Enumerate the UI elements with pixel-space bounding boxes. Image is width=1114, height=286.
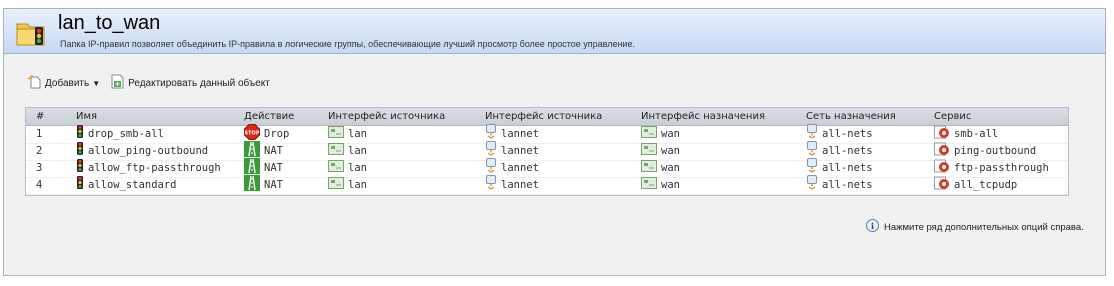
interface-icon (641, 159, 661, 178)
destination-interface-text: wan (661, 128, 680, 140)
page-header: lan_to_wan Папка IP-правил позволяет объ… (4, 9, 1105, 54)
row-number: 4 (36, 179, 43, 191)
destination-interface-text: wan (661, 145, 680, 157)
interface-icon (641, 142, 661, 161)
column-header-action[interactable]: Действие (244, 108, 294, 125)
destination-interface-text: wan (661, 179, 680, 191)
source-network[interactable]: lannet (485, 175, 539, 196)
column-header-source-network[interactable]: Интерфейс источника (485, 108, 602, 125)
destination-network-text: all-nets (822, 179, 873, 191)
rule-action-text: NAT (264, 145, 283, 157)
column-header-service[interactable]: Сервис (934, 108, 971, 125)
folder-traffic-light-icon (16, 17, 50, 47)
source-interface[interactable]: lan (328, 142, 367, 161)
rule-name-text: allow_standard (88, 179, 177, 191)
column-header-source-interface[interactable]: Интерфейс источника (328, 108, 445, 125)
rule-name-text: drop_smb-all (88, 128, 164, 140)
rule-name-text: allow_ftp-passthrough (88, 162, 221, 174)
rule-action-text: Drop (264, 128, 290, 140)
table-header: # Имя Действие Интерфейс источника Интер… (26, 108, 1068, 126)
row-number: 2 (36, 145, 43, 157)
destination-interface[interactable]: wan (641, 159, 680, 178)
service-text: smb-all (954, 128, 999, 140)
destination-interface[interactable]: wan (641, 125, 680, 144)
main-panel: lan_to_wan Папка IP-правил позволяет объ… (3, 8, 1106, 276)
destination-network-text: all-nets (822, 128, 873, 140)
column-header-number[interactable]: # (36, 108, 44, 125)
destination-network-text: all-nets (822, 145, 873, 157)
rule-action-text: NAT (264, 162, 283, 174)
interface-icon (328, 176, 348, 195)
rule-action-text: NAT (264, 179, 283, 191)
svg-text:i: i (871, 221, 874, 231)
rule-name[interactable]: allow_standard (76, 176, 177, 195)
interface-icon (641, 125, 661, 144)
table-row[interactable]: 2 allow_ping-outbound NAT lan lannet wan (26, 140, 1068, 161)
column-header-destination-interface[interactable]: Интерфейс назначения (641, 108, 765, 125)
info-icon: i (866, 219, 884, 235)
edit-object-button[interactable]: Редактировать данный объект (110, 74, 270, 92)
row-number: 1 (36, 128, 43, 140)
add-icon (28, 74, 45, 92)
nat-road-icon (244, 174, 264, 197)
service-text: all_tcpudp (954, 179, 1018, 191)
add-button[interactable]: Добавить ▼ (28, 74, 101, 92)
toolbar: Добавить ▼ Редактировать данный объект (28, 74, 280, 92)
destination-interface[interactable]: wan (641, 142, 680, 161)
destination-interface-text: wan (661, 162, 680, 174)
source-interface[interactable]: lan (328, 176, 367, 195)
svg-text:STOP: STOP (245, 130, 260, 136)
table-row[interactable]: 3 allow_ftp-passthrough NAT lan lannet w… (26, 157, 1068, 178)
column-header-destination-network[interactable]: Сеть назначения (806, 108, 896, 125)
rules-table: # Имя Действие Интерфейс источника Интер… (25, 107, 1069, 196)
page-title: lan_to_wan (58, 12, 161, 34)
page-description: Папка IP-правил позволяет объединить IP-… (60, 39, 635, 49)
network-icon (485, 175, 501, 196)
table-row[interactable]: 1 drop_smb-all STOP Drop lan lannet wan (26, 123, 1068, 144)
source-network-text: lannet (501, 179, 539, 191)
source-interface[interactable]: lan (328, 159, 367, 178)
traffic-light-icon (76, 176, 88, 195)
destination-interface[interactable]: wan (641, 176, 680, 195)
interface-icon (328, 159, 348, 178)
source-interface-text: lan (348, 162, 367, 174)
service-text: ping-outbound (954, 145, 1037, 157)
service[interactable]: all_tcpudp (934, 175, 1018, 196)
help-hint: i Нажмите ряд дополнительных опций справ… (866, 219, 1084, 235)
edit-object-label: Редактировать данный объект (128, 77, 270, 89)
source-network-text: lannet (501, 128, 539, 140)
source-network-text: lannet (501, 145, 539, 157)
source-network-text: lannet (501, 162, 539, 174)
add-button-label: Добавить (45, 77, 90, 89)
rule-name[interactable]: drop_smb-all (76, 125, 164, 143)
service-text: ftp-passthrough (954, 162, 1049, 174)
source-interface[interactable]: lan (328, 125, 367, 144)
help-hint-text: Нажмите ряд дополнительных опций справа. (884, 221, 1084, 233)
service-icon (934, 175, 954, 196)
rule-name-text: allow_ping-outbound (88, 145, 209, 157)
network-icon (806, 175, 822, 196)
interface-icon (328, 142, 348, 161)
row-number: 3 (36, 162, 43, 174)
interface-icon (328, 125, 348, 144)
rule-action[interactable]: NAT (244, 174, 283, 197)
chevron-down-icon: ▼ (92, 78, 101, 88)
rule-name[interactable]: allow_ftp-passthrough (76, 159, 221, 177)
edit-icon (110, 74, 128, 92)
destination-network-text: all-nets (822, 162, 873, 174)
destination-network[interactable]: all-nets (806, 175, 873, 196)
rule-name[interactable]: allow_ping-outbound (76, 142, 209, 160)
interface-icon (641, 176, 661, 195)
source-interface-text: lan (348, 145, 367, 157)
column-header-name[interactable]: Имя (76, 108, 97, 125)
table-row[interactable]: 4 allow_standard NAT lan lannet wan all-… (26, 174, 1068, 197)
source-interface-text: lan (348, 179, 367, 191)
source-interface-text: lan (348, 128, 367, 140)
